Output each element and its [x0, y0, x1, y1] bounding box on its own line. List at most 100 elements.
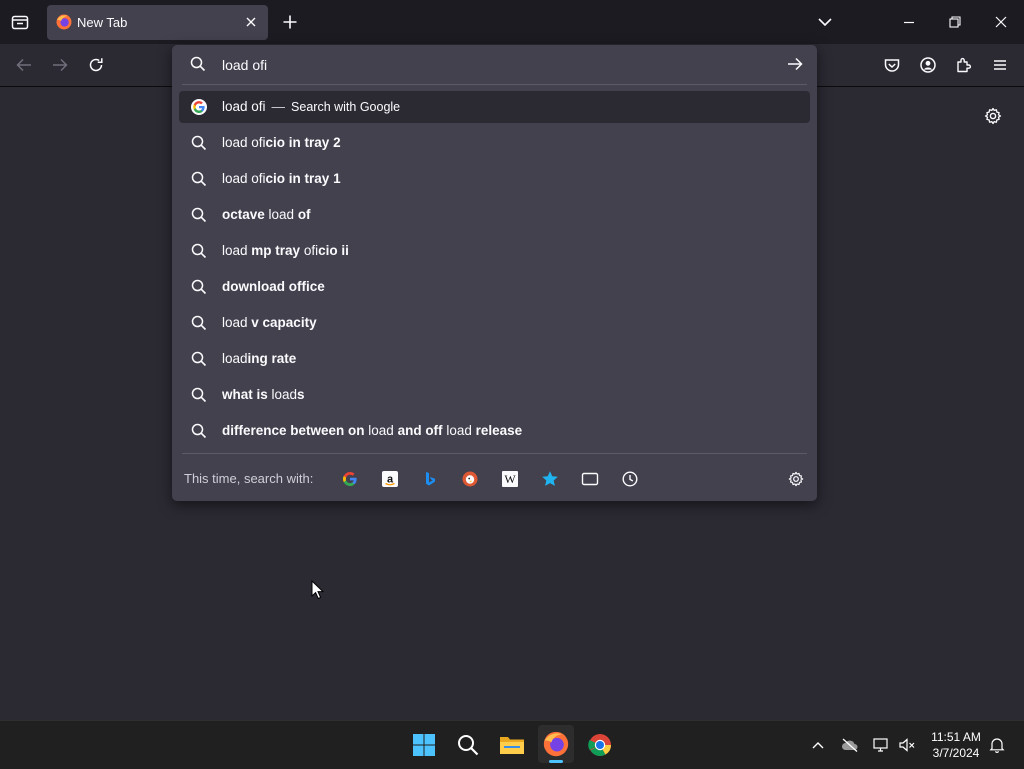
new-tab-button[interactable]: [279, 11, 301, 33]
active-app-indicator: [549, 760, 563, 763]
suggestion-row[interactable]: load v capacity: [179, 307, 810, 339]
search-icon: [191, 351, 207, 367]
search-tabs-button[interactable]: [580, 469, 600, 489]
suggestion-row[interactable]: difference between on load and off load …: [179, 415, 810, 447]
firefox-icon: [543, 731, 569, 757]
suggestion-fragment: download office: [222, 279, 325, 294]
file-explorer-button[interactable]: [498, 731, 526, 759]
one-off-label: This time, search with:: [184, 471, 314, 486]
forward-button[interactable]: [49, 54, 71, 76]
search-icon: [191, 135, 207, 151]
arrow-right-icon: [53, 58, 68, 72]
search-settings-button[interactable]: [786, 469, 806, 489]
restore-button[interactable]: [944, 12, 966, 32]
suggestion-fragment: load ofi: [222, 171, 266, 186]
suggestion-fragment: load: [222, 243, 252, 258]
suggestion-row[interactable]: download office: [179, 271, 810, 303]
account-icon: [920, 57, 936, 73]
extensions-button[interactable]: [953, 54, 975, 76]
engine-bing[interactable]: [420, 469, 440, 489]
firefox-view-button[interactable]: [8, 11, 32, 33]
minimize-button[interactable]: [898, 12, 920, 32]
close-icon: [995, 16, 1007, 28]
menu-button[interactable]: [989, 54, 1011, 76]
pocket-button[interactable]: [881, 54, 903, 76]
engine-amazon[interactable]: a: [380, 469, 400, 489]
suggestion-row[interactable]: load ofi — Search with Google: [179, 91, 810, 123]
close-window-button[interactable]: [990, 12, 1012, 32]
speaker-muted-icon: [899, 738, 915, 752]
engine-google[interactable]: [340, 469, 360, 489]
suggestion-row[interactable]: octave load of: [179, 199, 810, 231]
gear-icon: [984, 107, 1002, 125]
suggestion-fragment: load: [222, 351, 248, 366]
search-icon: [191, 423, 207, 439]
search-bookmarks-button[interactable]: [540, 469, 560, 489]
suggestion-row[interactable]: load mp tray oficio ii: [179, 235, 810, 267]
suggestion-row[interactable]: loading rate: [179, 343, 810, 375]
suggestion-fragment: release: [475, 423, 523, 438]
suggestion-text: download office: [222, 279, 325, 294]
plus-icon: [283, 15, 297, 29]
newtab-settings-button[interactable]: [982, 105, 1004, 127]
suggestion-row[interactable]: what is loads: [179, 379, 810, 411]
search-history-button[interactable]: [620, 469, 640, 489]
engine-wikipedia[interactable]: W: [500, 469, 520, 489]
search-icon: [191, 279, 207, 295]
search-icon: [191, 315, 207, 331]
close-icon[interactable]: [243, 14, 259, 30]
show-hidden-icons-button[interactable]: [808, 735, 828, 755]
tabs-icon: [581, 472, 599, 486]
taskbar-chrome-button[interactable]: [586, 731, 614, 759]
suggestion-fragment: load ofi: [222, 99, 266, 114]
duckduckgo-icon: [462, 471, 478, 487]
list-all-tabs-button[interactable]: [814, 11, 836, 33]
taskbar-search-button[interactable]: [454, 731, 482, 759]
suggestion-fragment: difference between on: [222, 423, 365, 438]
minimize-icon: [904, 21, 914, 24]
volume-button[interactable]: [897, 735, 917, 755]
puzzle-icon: [957, 57, 972, 73]
suggestion-row[interactable]: load oficio in tray 2: [179, 127, 810, 159]
suggestion-text: load ofi — Search with Google: [222, 99, 400, 114]
search-icon: [458, 735, 479, 756]
start-button[interactable]: [410, 731, 438, 759]
suggestion-row[interactable]: load oficio in tray 1: [179, 163, 810, 195]
system-clock[interactable]: 11:51 AM 3/7/2024: [926, 729, 986, 761]
suggestion-fragment: cio in tray 2: [265, 135, 341, 150]
go-arrow-icon[interactable]: [787, 57, 803, 71]
suggestion-fragment: load: [267, 387, 298, 402]
pocket-icon: [884, 58, 900, 72]
onedrive-button[interactable]: [840, 735, 860, 755]
svg-text:W: W: [504, 472, 516, 486]
tab-title: New Tab: [77, 15, 128, 30]
account-button[interactable]: [917, 54, 939, 76]
reload-button[interactable]: [85, 54, 107, 76]
network-button[interactable]: [871, 735, 891, 755]
suggestion-fragment: octave: [222, 207, 265, 222]
urlbar[interactable]: load ofi: [172, 45, 817, 85]
engine-duckduckgo[interactable]: [460, 469, 480, 489]
back-button[interactable]: [13, 54, 35, 76]
suggestion-fragment: cio in tray 1: [265, 171, 341, 186]
network-icon: [873, 738, 888, 752]
reload-icon: [89, 58, 103, 72]
suggestion-text: what is loads: [222, 387, 305, 402]
suggestion-fragment: what is: [222, 387, 268, 402]
firefox-view-icon: [11, 15, 29, 30]
suggestion-fragment: s: [297, 387, 305, 402]
chevron-up-icon: [812, 742, 824, 749]
suggestion-fragment: mp tray: [251, 243, 301, 258]
suggestion-fragment: load: [222, 315, 252, 330]
search-icon: [191, 243, 207, 259]
wikipedia-icon: W: [502, 471, 518, 487]
suggestion-text: load v capacity: [222, 315, 317, 330]
notifications-button[interactable]: [987, 735, 1007, 755]
suggestion-text: difference between on load and off load …: [222, 423, 522, 438]
suggestion-text: loading rate: [222, 351, 296, 366]
taskbar-firefox-button[interactable]: [538, 725, 574, 763]
urlbar-input[interactable]: load ofi: [222, 57, 267, 73]
suggestion-fragment: load ofi: [222, 135, 266, 150]
tab-new-tab[interactable]: New Tab: [47, 5, 268, 40]
suggestion-fragment: ing rate: [247, 351, 297, 366]
